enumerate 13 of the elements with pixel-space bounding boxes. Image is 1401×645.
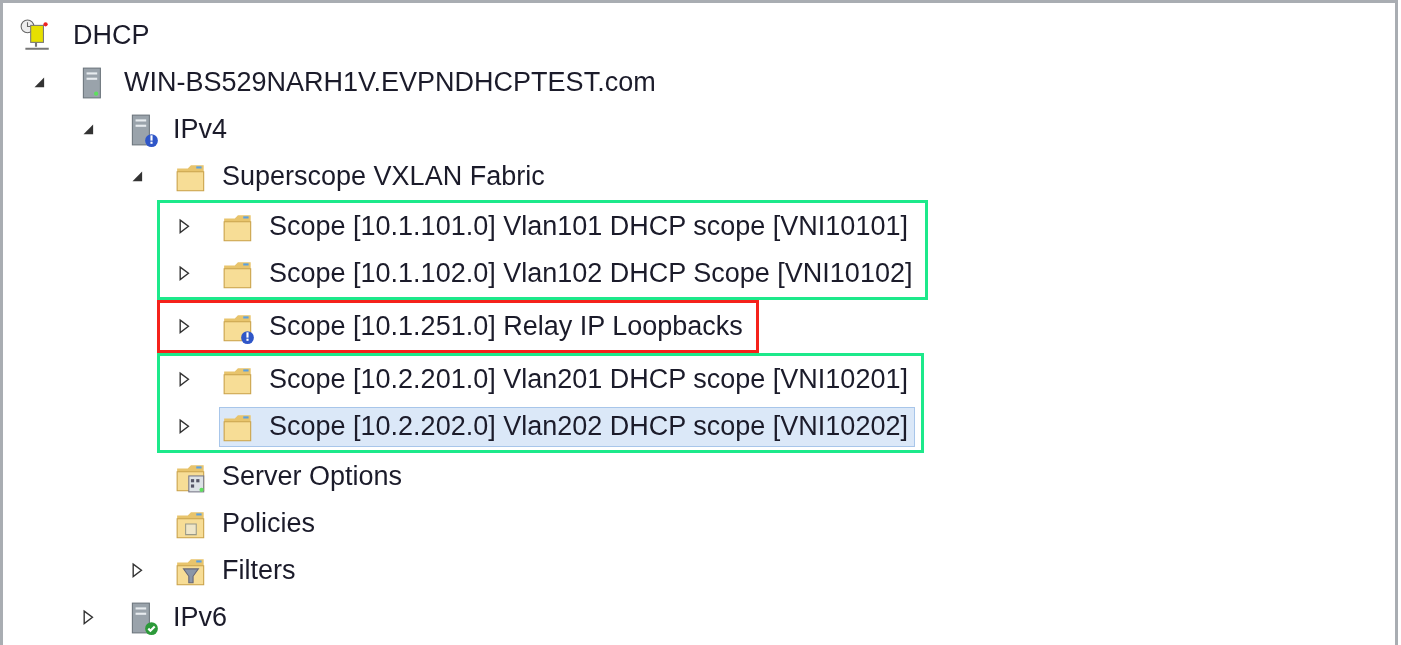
tree-item[interactable]: IPv6 xyxy=(123,597,235,638)
tree-item[interactable]: Superscope VXLAN Fabric xyxy=(172,156,552,197)
tree-item[interactable]: Scope [10.1.102.0] Vlan102 DHCP Scope [VNI10102] xyxy=(219,253,920,294)
tree-item[interactable]: Scope [10.1.251.0] Relay IP Loopbacks xyxy=(219,306,750,347)
tree-item[interactable]: Scope [10.2.202.0] Vlan202 DHCP scope [VNI10202] xyxy=(219,406,915,447)
tree-item[interactable]: IPv4 xyxy=(123,109,235,150)
tree-item[interactable]: Filters xyxy=(172,550,303,591)
tree-item[interactable]: Scope [10.2.201.0] Vlan201 DHCP scope [VNI10201] xyxy=(219,359,915,400)
tree-item[interactable]: Server Options xyxy=(172,456,410,497)
tree-item[interactable]: Scope [10.1.101.0] Vlan101 DHCP scope [VNI10101] xyxy=(219,206,915,247)
tree-item[interactable]: Policies xyxy=(172,503,323,544)
tree-item[interactable]: WIN-BS529NARH1V.EVPNDHCPTEST.com xyxy=(74,62,663,103)
tree-item[interactable]: DHCP xyxy=(16,15,157,56)
